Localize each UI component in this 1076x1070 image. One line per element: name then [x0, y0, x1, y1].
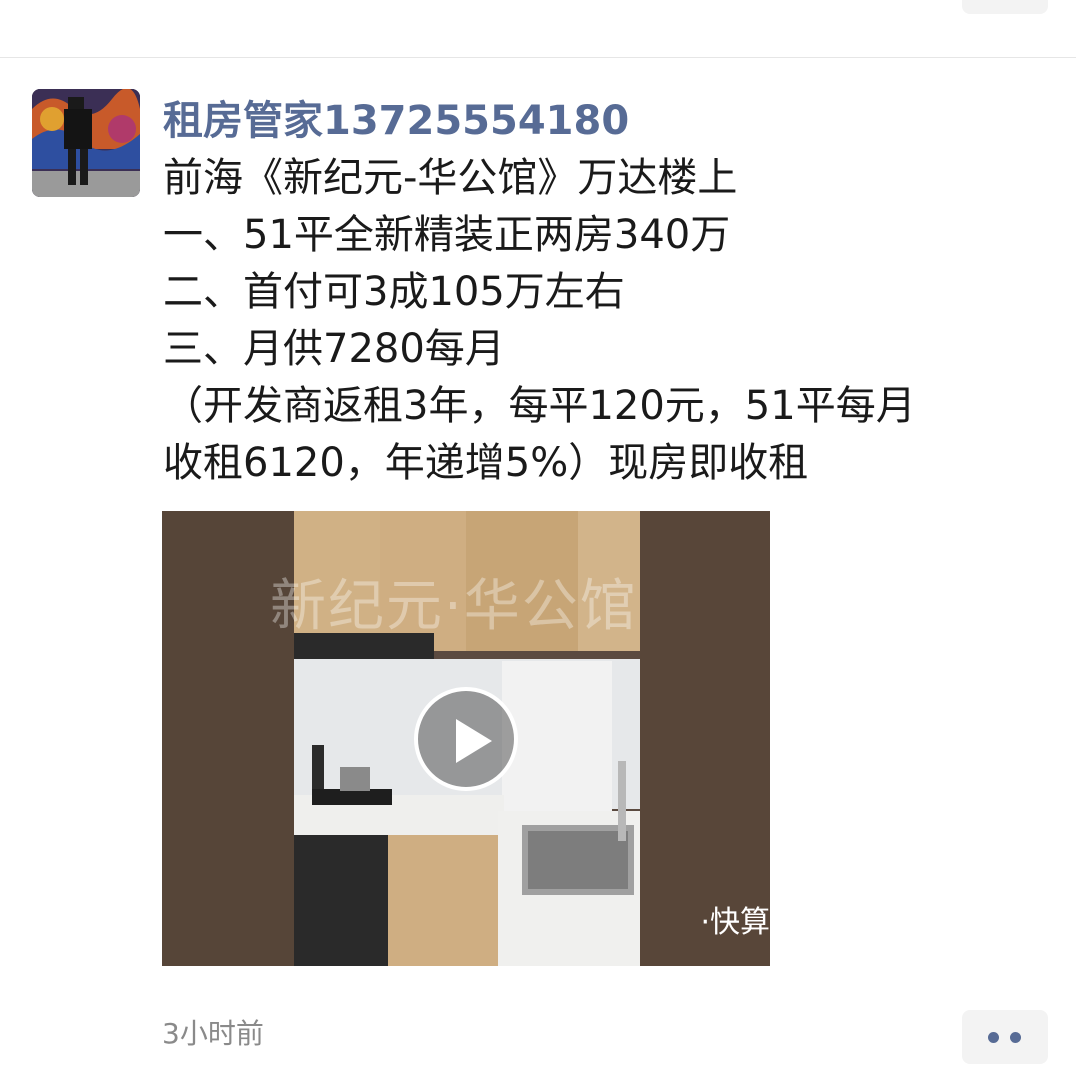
moments-feed: 租房管家13725554180 前海《新纪元-华公馆》万达楼上 一、51平全新精…: [0, 0, 1076, 1070]
avatar-image: [32, 89, 140, 197]
post-text-line: 一、51平全新精装正两房340万: [163, 212, 731, 258]
more-options-button[interactable]: [962, 1010, 1048, 1064]
post-text-line: 前海《新纪元-华公馆》万达楼上: [163, 155, 738, 201]
post-text-line: 三、月供7280每月: [163, 326, 505, 372]
video-watermark: 新纪元·华公馆: [270, 574, 638, 639]
post-body: 租房管家13725554180 前海《新纪元-华公馆》万达楼上 一、51平全新精…: [163, 92, 1043, 492]
more-dots-icon: [1010, 1032, 1021, 1043]
video-thumbnail[interactable]: 新纪元·华公馆 ·快算: [162, 511, 770, 966]
post-divider: [0, 57, 1076, 58]
more-dots-icon: [988, 1032, 999, 1043]
author-name[interactable]: 租房管家13725554180: [163, 92, 1043, 150]
post-text-line: 二、首付可3成105万左右: [163, 269, 625, 315]
play-icon: [456, 719, 492, 763]
post-text-line: （开发商返租3年，每平120元，51平每月: [163, 383, 916, 429]
avatar[interactable]: [32, 89, 140, 197]
play-button[interactable]: [414, 687, 518, 791]
post-text: 前海《新纪元-华公馆》万达楼上 一、51平全新精装正两房340万 二、首付可3成…: [163, 150, 1043, 492]
post-text-line: 收租6120，年递增5%）现房即收租: [163, 440, 809, 486]
post-timestamp: 3小时前: [162, 1017, 264, 1050]
previous-post-more-button[interactable]: [962, 0, 1048, 14]
video-brand-label: ·快算: [700, 905, 770, 940]
